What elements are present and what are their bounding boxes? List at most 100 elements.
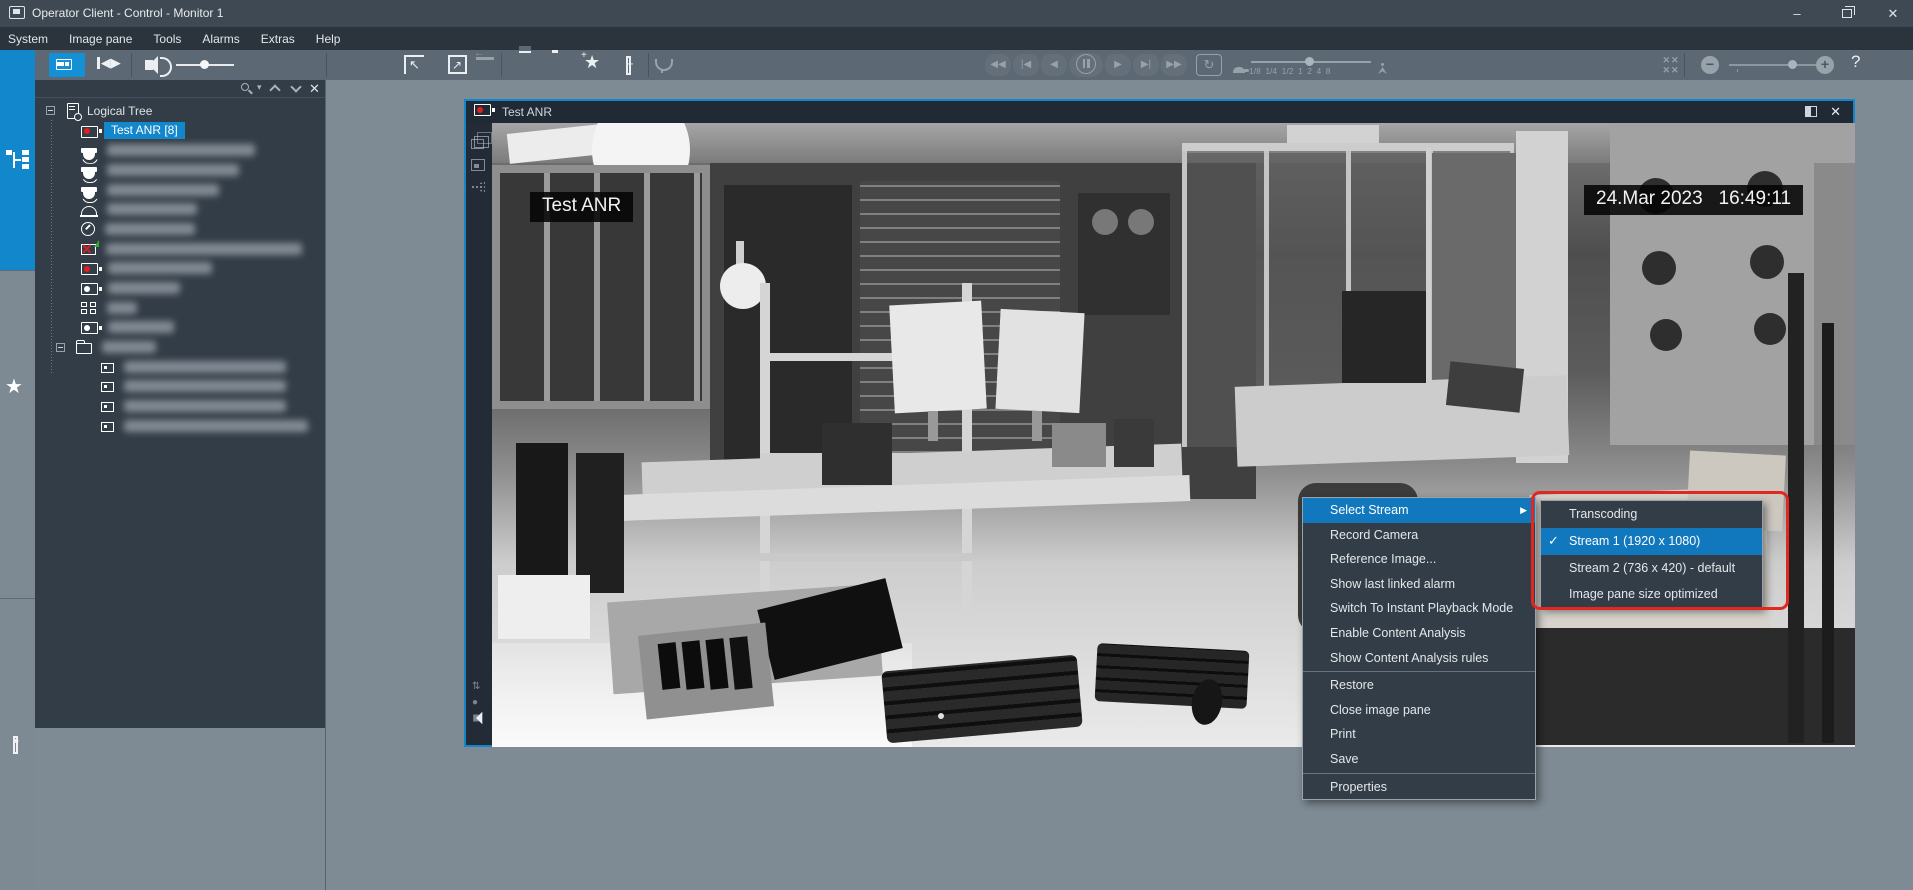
- menu-item-image-pane[interactable]: Image pane: [69, 32, 132, 46]
- tree-row[interactable]: [35, 396, 325, 416]
- tree-row[interactable]: [35, 219, 325, 239]
- tree-row[interactable]: [35, 259, 325, 279]
- muted-speaker-icon: [472, 713, 480, 726]
- step-forward-button[interactable]: ▶|: [1133, 54, 1159, 76]
- tab-favorites[interactable]: ★: [5, 374, 23, 399]
- tree-row[interactable]: [35, 298, 325, 318]
- loop-playback-button[interactable]: ↻: [1196, 54, 1222, 76]
- tree-selected-label: Test ANR [8]: [104, 122, 185, 139]
- tab-bookmarks[interactable]: ▶: [6, 733, 29, 751]
- tree-row[interactable]: [35, 416, 325, 436]
- pause-button[interactable]: [1069, 53, 1103, 77]
- search-next-icon[interactable]: [290, 81, 301, 92]
- close-button[interactable]: ✕: [1876, 0, 1910, 27]
- context-menu-item-properties[interactable]: Properties: [1303, 775, 1535, 800]
- more-panes-button[interactable]: +: [1816, 56, 1834, 74]
- restore-layout-button[interactable]: [404, 55, 424, 74]
- close-all-panes-button[interactable]: ✕✕✕✕: [1660, 55, 1682, 75]
- menu-item-alarms[interactable]: Alarms: [202, 32, 239, 46]
- menu-separator: [1303, 671, 1535, 672]
- search-prev-icon[interactable]: [269, 84, 280, 95]
- tree-row[interactable]: [35, 239, 325, 259]
- speed-slider-knob[interactable]: [1305, 57, 1314, 66]
- pane-layout-icon[interactable]: [1805, 106, 1817, 117]
- fast-speed-icon: [1381, 63, 1384, 66]
- step-back-button[interactable]: |◀: [1013, 54, 1039, 76]
- video-scene-shape: [576, 453, 624, 593]
- submenu-item-stream-2-736-x-420-default[interactable]: Stream 2 (736 x 420) - default: [1541, 555, 1762, 582]
- tree-selected-row[interactable]: Test ANR [8]: [35, 121, 325, 141]
- cam-child-icon: [101, 422, 114, 432]
- toolbar-divider: [648, 53, 649, 77]
- rewind-button[interactable]: ◀◀: [985, 54, 1011, 76]
- video-scene-shape: [1092, 209, 1118, 235]
- pane-slider-track[interactable]: [1729, 64, 1829, 66]
- submenu-item-stream-1-1920-x-1080-[interactable]: Stream 1 (1920 x 1080)✓: [1541, 528, 1762, 555]
- fewer-panes-button[interactable]: −: [1701, 56, 1719, 74]
- stacked-panes-icon[interactable]: [471, 139, 484, 149]
- minimize-button[interactable]: –: [1780, 0, 1814, 27]
- help-button[interactable]: ?: [1851, 52, 1860, 72]
- expander-icon[interactable]: [46, 106, 55, 115]
- camera-image-pane[interactable]: Test ANR ✕ ⇅ ● Test ANR 24.Mar 2023 16:4…: [464, 99, 1855, 747]
- add-favorite-button[interactable]: +★: [584, 52, 600, 73]
- context-menu-item-restore[interactable]: Restore: [1303, 673, 1535, 698]
- context-menu-item-switch-to-instant-playback-mode[interactable]: Switch To Instant Playback Mode: [1303, 596, 1535, 621]
- video-scene-shape: [638, 623, 774, 720]
- speaker-icon[interactable]: [145, 60, 153, 70]
- fast-forward-button[interactable]: ▶▶: [1161, 54, 1187, 76]
- toolbar-divider: [501, 53, 502, 77]
- search-icon[interactable]: [241, 83, 249, 91]
- tree-root-row[interactable]: Logical Tree: [35, 101, 325, 121]
- context-menu-item-save[interactable]: Save: [1303, 747, 1535, 772]
- tree-panel-close-icon[interactable]: ✕: [309, 81, 320, 97]
- tree-row[interactable]: [35, 278, 325, 298]
- tree-row[interactable]: [35, 160, 325, 180]
- pane-close-icon[interactable]: ✕: [1830, 104, 1841, 120]
- menu-item-extras[interactable]: Extras: [261, 32, 295, 46]
- context-menu-item-show-content-analysis-rules[interactable]: Show Content Analysis rules: [1303, 646, 1535, 671]
- context-menu-item-show-last-linked-alarm[interactable]: Show last linked alarm: [1303, 572, 1535, 597]
- play-back-button[interactable]: ◀: [1041, 54, 1067, 76]
- add-bookmark-button[interactable]: +: [621, 55, 641, 74]
- submenu-item-image-pane-size-optimized[interactable]: Image pane size optimized: [1541, 581, 1762, 608]
- play-forward-button[interactable]: ▶: [1105, 54, 1131, 76]
- context-menu-item-reference-image-[interactable]: Reference Image...: [1303, 547, 1535, 572]
- volume-slider-knob[interactable]: [200, 60, 209, 69]
- context-menu-item-print[interactable]: Print: [1303, 722, 1535, 747]
- tab-logical-tree[interactable]: [0, 50, 35, 270]
- expander-icon[interactable]: [56, 343, 65, 352]
- picture-in-picture-icon[interactable]: [471, 159, 485, 171]
- bracket-icon: [13, 736, 18, 754]
- panel-divider: [325, 80, 326, 890]
- instant-playback-button[interactable]: ◀▶: [93, 55, 125, 75]
- maximize-pane-button[interactable]: [448, 55, 467, 74]
- pane-slider-knob[interactable]: [1788, 60, 1797, 69]
- cam-child-icon: [101, 363, 114, 373]
- tree-row[interactable]: [35, 337, 325, 357]
- menu-item-tools[interactable]: Tools: [153, 32, 181, 46]
- grid-icon: [81, 302, 97, 315]
- video-image[interactable]: Test ANR 24.Mar 2023 16:49:11: [492, 123, 1855, 747]
- ptz-icon: [81, 167, 97, 172]
- search-caret-icon[interactable]: ▾: [257, 82, 262, 93]
- tree-row[interactable]: [35, 199, 325, 219]
- tree-row[interactable]: [35, 377, 325, 397]
- cam-icon: [81, 322, 98, 334]
- tree-row[interactable]: [35, 357, 325, 377]
- context-menu-item-close-image-pane[interactable]: Close image pane: [1303, 698, 1535, 723]
- tree-row[interactable]: [35, 318, 325, 338]
- tree-row[interactable]: [35, 180, 325, 200]
- live-mode-button[interactable]: [49, 53, 85, 77]
- context-menu-item-enable-content-analysis[interactable]: Enable Content Analysis: [1303, 621, 1535, 646]
- context-menu-item-record-camera[interactable]: Record Camera: [1303, 523, 1535, 548]
- sidebar-tab-strip: ★ ▶: [0, 50, 35, 890]
- tree-row[interactable]: [35, 140, 325, 160]
- menu-items: System Image pane Tools Alarms Extras Help: [8, 27, 340, 50]
- submenu-item-transcoding[interactable]: Transcoding: [1541, 501, 1762, 528]
- blurred-label: [106, 243, 302, 255]
- restore-button[interactable]: [1830, 0, 1864, 27]
- menu-item-system[interactable]: System: [8, 32, 48, 46]
- menu-item-help[interactable]: Help: [316, 32, 341, 46]
- context-menu-item-select-stream[interactable]: Select Stream▶: [1303, 498, 1535, 523]
